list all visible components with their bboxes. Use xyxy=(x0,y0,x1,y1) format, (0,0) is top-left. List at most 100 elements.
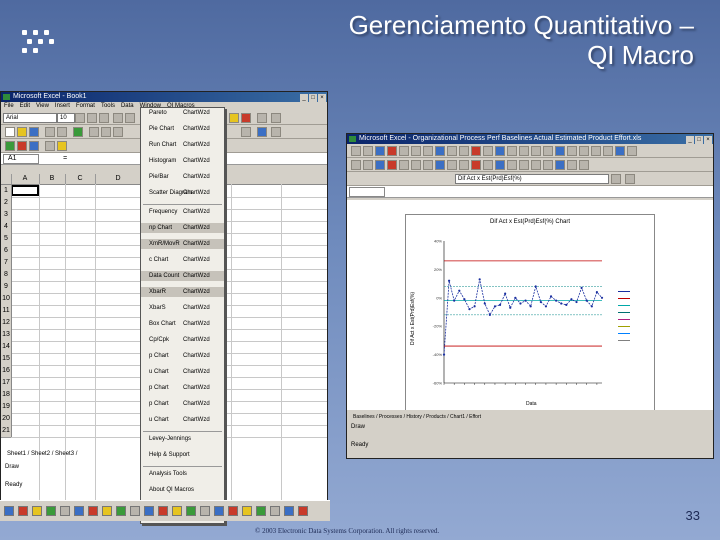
menu-item[interactable]: Data xyxy=(121,103,134,109)
menu-item[interactable]: Tools xyxy=(101,103,115,109)
name-box[interactable]: A1 xyxy=(3,154,39,164)
toolbar-button-icon[interactable] xyxy=(507,146,517,156)
qi-macros-menu[interactable]: Pareto ChartWzd Pie Chart ChartWzd Run Chart… xyxy=(140,107,225,524)
qi-menu-item[interactable]: Pie/Bar ChartWzd xyxy=(141,172,224,182)
taskbar-icon[interactable] xyxy=(298,506,308,516)
qi-menu-item[interactable]: Pareto ChartWzd xyxy=(141,108,224,118)
save-icon[interactable] xyxy=(29,127,39,137)
excel-window-right[interactable]: Microsoft Excel - Organizational Process… xyxy=(346,133,714,459)
menu-item[interactable]: Edit xyxy=(20,103,30,109)
copy-icon[interactable] xyxy=(101,127,111,137)
taskbar-icon[interactable] xyxy=(214,506,224,516)
maximize-icon[interactable]: □ xyxy=(309,94,317,102)
chart-type-icon[interactable] xyxy=(625,174,635,184)
qi-menu-item[interactable]: Run Chart ChartWzd xyxy=(141,140,224,150)
active-cell[interactable] xyxy=(11,185,39,196)
taskbar-icon[interactable] xyxy=(228,506,238,516)
taskbar-icon[interactable] xyxy=(130,506,140,516)
qi-menu-item[interactable]: np Chart ChartWzd xyxy=(141,223,224,233)
border-icon[interactable] xyxy=(257,113,267,123)
qi-toolbar-button-icon[interactable] xyxy=(471,160,481,170)
toolbar-button-icon[interactable] xyxy=(591,146,601,156)
spelling-icon[interactable] xyxy=(73,127,83,137)
toolbar-button-icon[interactable] xyxy=(387,146,397,156)
taskbar-icon[interactable] xyxy=(46,506,56,516)
fill-color-icon[interactable] xyxy=(229,113,239,123)
toolbar-button-icon[interactable] xyxy=(555,146,565,156)
toolbar-options-icon[interactable] xyxy=(271,113,281,123)
toolbar-button-icon[interactable] xyxy=(567,146,577,156)
minimize-icon[interactable]: _ xyxy=(686,136,694,144)
taskbar-icon[interactable] xyxy=(60,506,70,516)
qi-toolbar-button-icon[interactable] xyxy=(423,160,433,170)
qi-menu-item[interactable]: XmR/MovR ChartWzd xyxy=(141,239,224,249)
qi-menu-item[interactable]: p Chart ChartWzd xyxy=(141,383,224,393)
qi-toolbar-button-icon[interactable] xyxy=(555,160,565,170)
toolbar-button-icon[interactable] xyxy=(627,146,637,156)
control-chart[interactable]: Dif Act x Est(Prd)Esf(%) Chart Dif Act x… xyxy=(405,214,655,410)
qi-pareto-icon[interactable] xyxy=(5,141,15,151)
taskbar-icon[interactable] xyxy=(284,506,294,516)
taskbar-icon[interactable] xyxy=(32,506,42,516)
qi-histogram-icon[interactable] xyxy=(17,141,27,151)
chart-object-combo[interactable]: Dif Act x Est(Prd)Esf(%) xyxy=(455,174,609,184)
toolbar-button-icon[interactable] xyxy=(435,146,445,156)
qi-menu-item[interactable]: Histogram ChartWzd xyxy=(141,156,224,166)
toolbar-button-icon[interactable] xyxy=(495,146,505,156)
name-box[interactable] xyxy=(349,187,385,197)
qi-toolbar-button-icon[interactable] xyxy=(483,160,493,170)
format-icon[interactable] xyxy=(611,174,621,184)
qi-menu-item[interactable]: Levey-Jennings xyxy=(141,434,224,444)
qi-menu-item[interactable]: Box Chart ChartWzd xyxy=(141,319,224,329)
qi-menu-item[interactable]: c Chart ChartWzd xyxy=(141,255,224,265)
taskbar-icon[interactable] xyxy=(144,506,154,516)
qi-toolbar-button-icon[interactable] xyxy=(507,160,517,170)
qi-control-icon[interactable] xyxy=(29,141,39,151)
close-icon[interactable]: × xyxy=(704,136,712,144)
draw-menu[interactable]: Draw xyxy=(351,424,365,430)
taskbar-icon[interactable] xyxy=(242,506,252,516)
menu-item[interactable]: Insert xyxy=(55,103,70,109)
column-header[interactable]: B xyxy=(39,174,66,184)
qi-toolbar-button-icon[interactable] xyxy=(447,160,457,170)
taskbar-icon[interactable] xyxy=(270,506,280,516)
toolbar-button-icon[interactable] xyxy=(375,146,385,156)
taskbar-icon[interactable] xyxy=(186,506,196,516)
taskbar-icon[interactable] xyxy=(200,506,210,516)
qi-menu-item[interactable]: About QI Macros xyxy=(141,485,224,495)
minimize-icon[interactable]: _ xyxy=(300,94,308,102)
align-center-icon[interactable] xyxy=(125,113,135,123)
taskbar-icon[interactable] xyxy=(158,506,168,516)
zoom-icon[interactable] xyxy=(271,127,281,137)
qi-toolbar-button-icon[interactable] xyxy=(435,160,445,170)
close-icon[interactable]: × xyxy=(318,94,326,102)
toolbar-button-icon[interactable] xyxy=(447,146,457,156)
toolbar-button-icon[interactable] xyxy=(519,146,529,156)
cut-icon[interactable] xyxy=(89,127,99,137)
qi-menu-item[interactable]: Scatter Diagram ChartWzd xyxy=(141,188,224,198)
print-icon[interactable] xyxy=(45,127,55,137)
taskbar-icon[interactable] xyxy=(116,506,126,516)
qi-toolbar-button-icon[interactable] xyxy=(519,160,529,170)
qi-menu-item[interactable]: u Chart ChartWzd xyxy=(141,415,224,425)
qi-menu-item[interactable]: Frequency ChartWzd xyxy=(141,207,224,217)
chart-wizard-icon[interactable] xyxy=(241,127,251,137)
sheet-tabs[interactable]: Baselines / Processes / History / Produc… xyxy=(347,412,713,422)
toolbar-button-icon[interactable] xyxy=(351,146,361,156)
bold-icon[interactable] xyxy=(75,113,85,123)
preview-icon[interactable] xyxy=(57,127,67,137)
toolbar-button-icon[interactable] xyxy=(399,146,409,156)
qi-scatter-icon[interactable] xyxy=(45,141,55,151)
toolbar-button-icon[interactable] xyxy=(459,146,469,156)
qi-menu-item[interactable]: XbarR ChartWzd xyxy=(141,287,224,297)
taskbar-icon[interactable] xyxy=(102,506,112,516)
qi-menu-item[interactable]: p Chart ChartWzd xyxy=(141,399,224,409)
taskbar-icon[interactable] xyxy=(256,506,266,516)
window-titlebar[interactable]: Microsoft Excel - Organizational Process… xyxy=(347,134,713,144)
qi-menu-item[interactable]: u Chart ChartWzd xyxy=(141,367,224,377)
qi-toolbar-button-icon[interactable] xyxy=(579,160,589,170)
underline-icon[interactable] xyxy=(99,113,109,123)
maximize-icon[interactable]: □ xyxy=(695,136,703,144)
toolbar-button-icon[interactable] xyxy=(531,146,541,156)
qi-toolbar-button-icon[interactable] xyxy=(375,160,385,170)
